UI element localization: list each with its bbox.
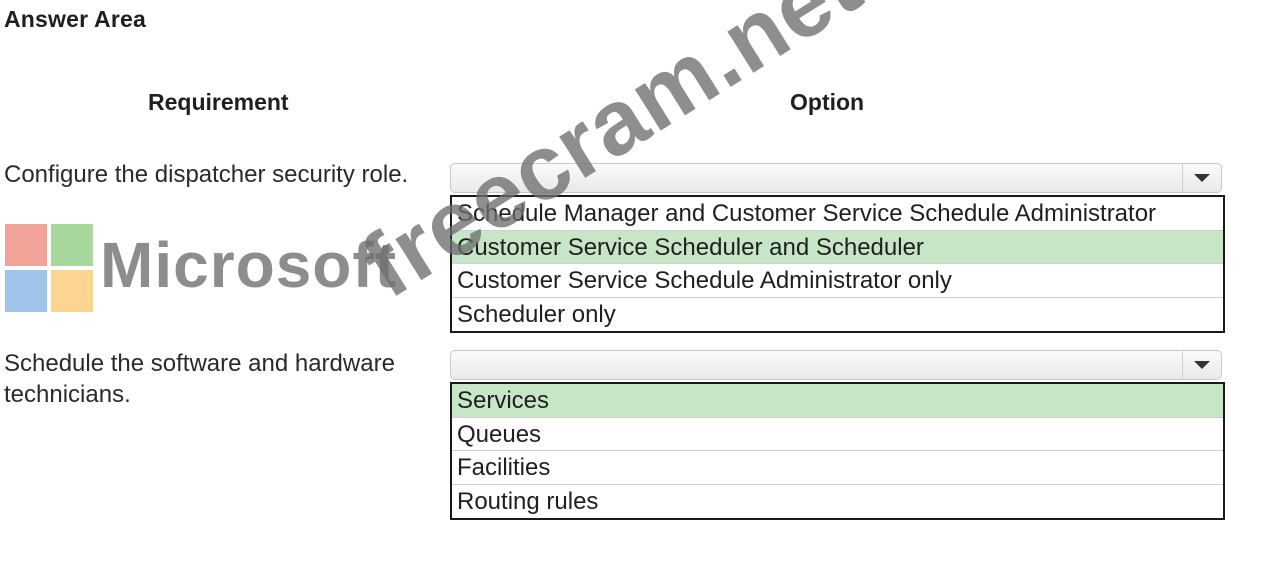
chevron-down-icon[interactable] bbox=[1182, 351, 1221, 379]
list-item[interactable]: Queues bbox=[452, 418, 1223, 451]
option-list-2: Services Queues Facilities Routing rules bbox=[450, 382, 1225, 520]
microsoft-logo-icon bbox=[5, 224, 93, 312]
list-item-selected[interactable]: Customer Service Scheduler and Scheduler bbox=[452, 230, 1223, 264]
answer-area-title: Answer Area bbox=[4, 6, 146, 32]
option-dropdown-2[interactable] bbox=[450, 350, 1222, 380]
option-list-1: Schedule Manager and Customer Service Sc… bbox=[450, 195, 1225, 333]
list-item[interactable]: Customer Service Schedule Administrator … bbox=[452, 264, 1223, 298]
list-item[interactable]: Scheduler only bbox=[452, 298, 1223, 332]
list-item-selected[interactable]: Services bbox=[452, 384, 1223, 418]
requirement-2-text: Schedule the software and hardware techn… bbox=[4, 350, 395, 408]
list-item[interactable]: Schedule Manager and Customer Service Sc… bbox=[452, 197, 1223, 231]
option-dropdown-1[interactable] bbox=[450, 163, 1222, 193]
requirement-column-header: Requirement bbox=[148, 89, 289, 115]
requirement-1-text: Configure the dispatcher security role. bbox=[4, 161, 409, 188]
chevron-down-icon[interactable] bbox=[1182, 164, 1221, 192]
list-item[interactable]: Routing rules bbox=[452, 485, 1223, 519]
option-column-header: Option bbox=[790, 89, 865, 115]
microsoft-logo-text: Microsoft bbox=[100, 229, 397, 301]
list-item[interactable]: Facilities bbox=[452, 451, 1223, 485]
